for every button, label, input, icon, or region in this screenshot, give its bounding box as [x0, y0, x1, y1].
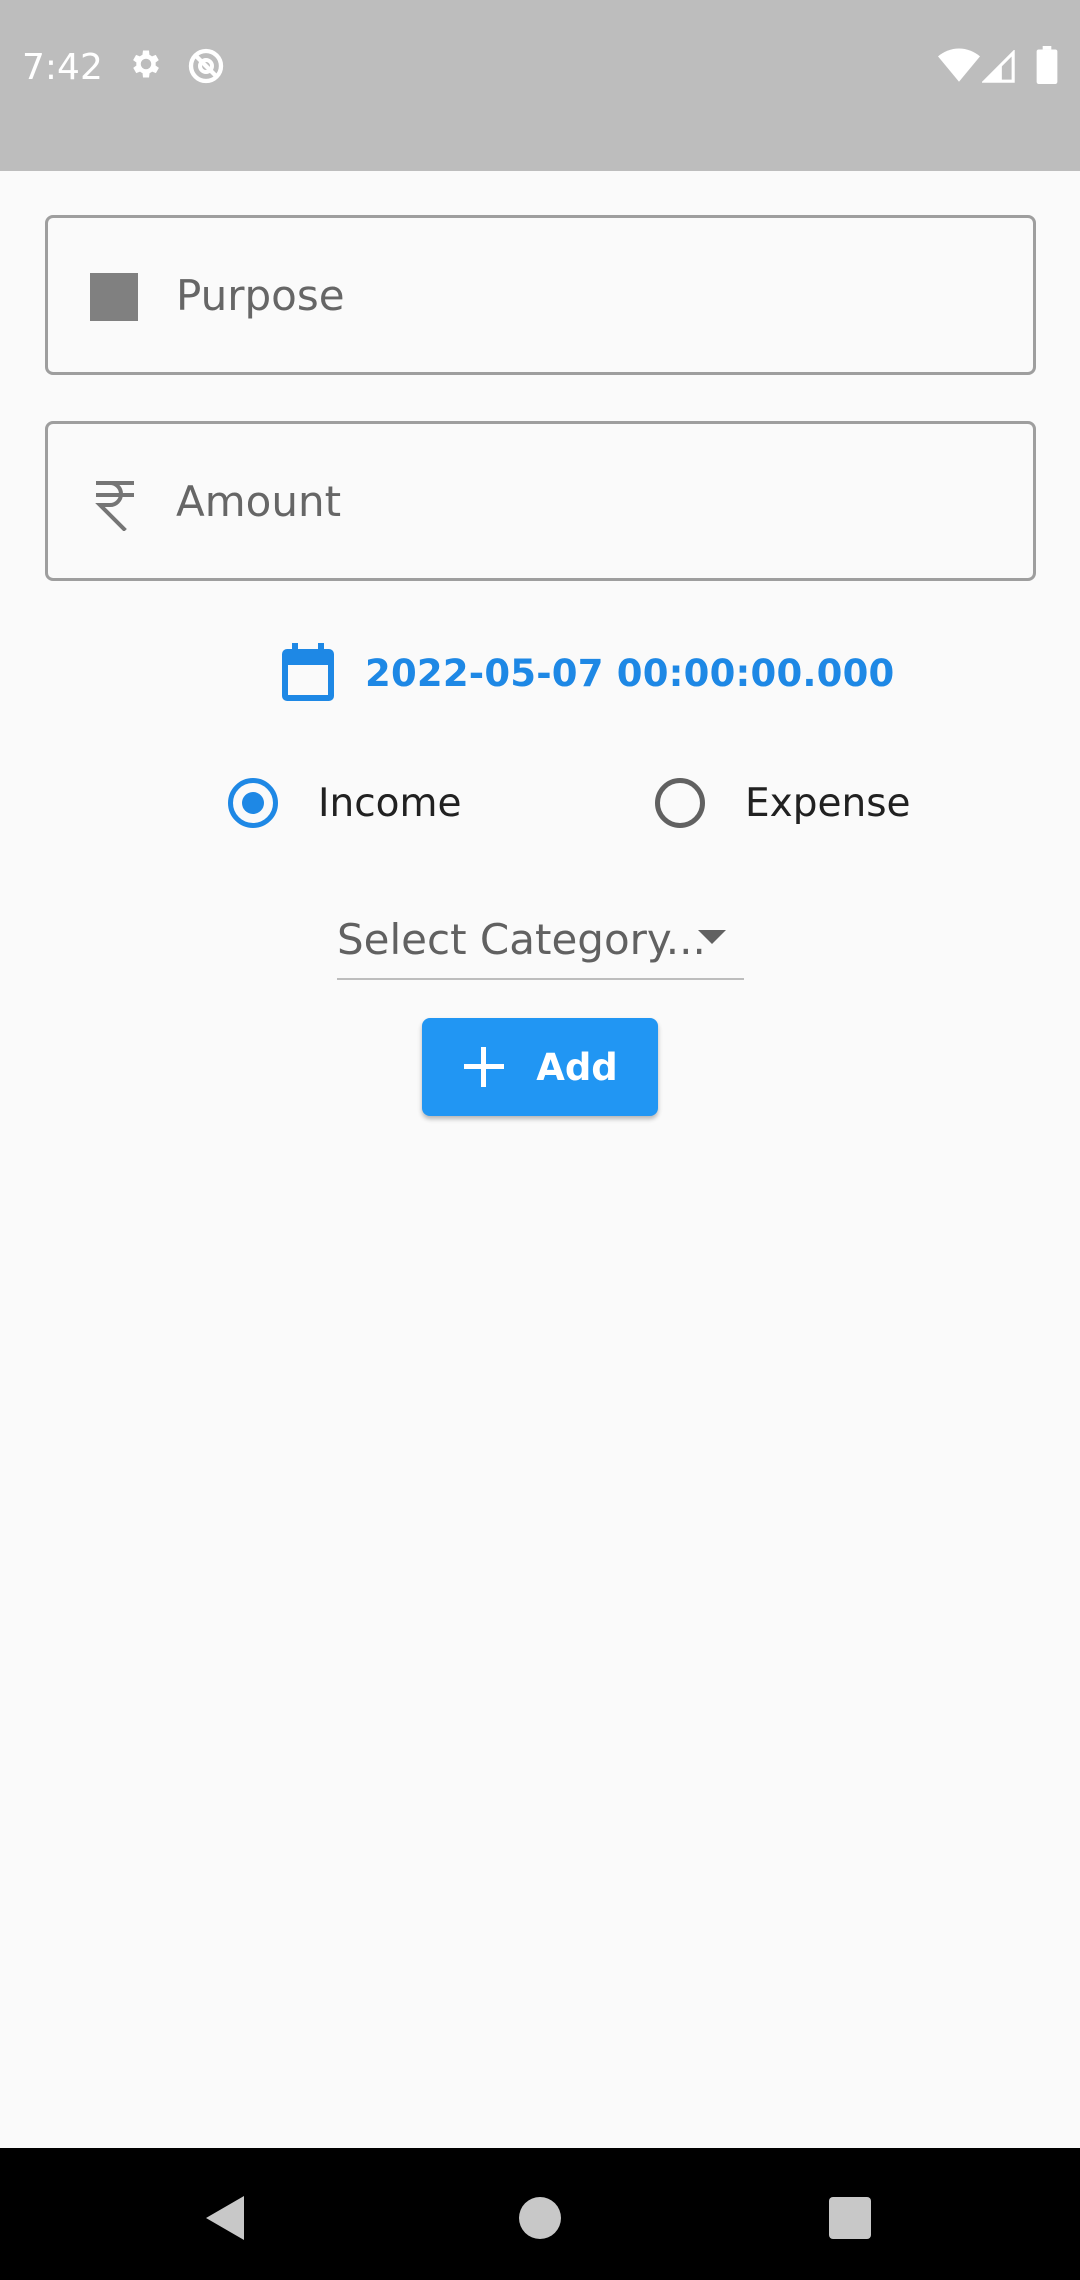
category-dropdown-text: Select Category...	[337, 914, 706, 964]
do-not-disturb-icon	[186, 46, 226, 86]
home-icon[interactable]	[510, 2188, 570, 2248]
purpose-field[interactable]	[45, 215, 1036, 375]
plus-icon	[462, 1045, 506, 1089]
income-label: Income	[318, 780, 462, 826]
amount-field[interactable]	[45, 421, 1036, 581]
square-icon	[88, 271, 142, 325]
arrow-drop-down-icon	[698, 930, 726, 944]
income-radio-button[interactable]	[228, 778, 278, 828]
recents-icon[interactable]	[820, 2188, 880, 2248]
add-transaction-screen: 7:42 Purpose Amount 2022-05-07 00:00:00.…	[0, 0, 1080, 2280]
income-radio[interactable]: Income	[228, 770, 462, 836]
expense-radio-button[interactable]	[655, 778, 705, 828]
status-bar: 7:42	[0, 0, 1080, 171]
settings-icon	[128, 46, 164, 82]
wifi-icon	[938, 48, 980, 84]
purpose-input[interactable]	[176, 218, 1006, 372]
add-button[interactable]: Add	[422, 1018, 658, 1116]
category-dropdown[interactable]: Select Category...	[337, 900, 744, 980]
amount-input[interactable]	[176, 424, 1006, 578]
status-time: 7:42	[22, 47, 103, 88]
rupee-icon	[88, 477, 142, 532]
signal-icon	[982, 50, 1016, 84]
date-picker-button[interactable]: 2022-05-07 00:00:00.000	[278, 638, 895, 708]
battery-icon	[1036, 46, 1058, 84]
back-icon[interactable]	[196, 2188, 256, 2248]
calendar-icon	[278, 641, 338, 705]
expense-radio[interactable]: Expense	[655, 770, 911, 836]
add-button-label: Add	[536, 1045, 618, 1089]
navigation-bar	[0, 2148, 1080, 2280]
expense-label: Expense	[745, 780, 911, 826]
date-value: 2022-05-07 00:00:00.000	[365, 651, 895, 695]
